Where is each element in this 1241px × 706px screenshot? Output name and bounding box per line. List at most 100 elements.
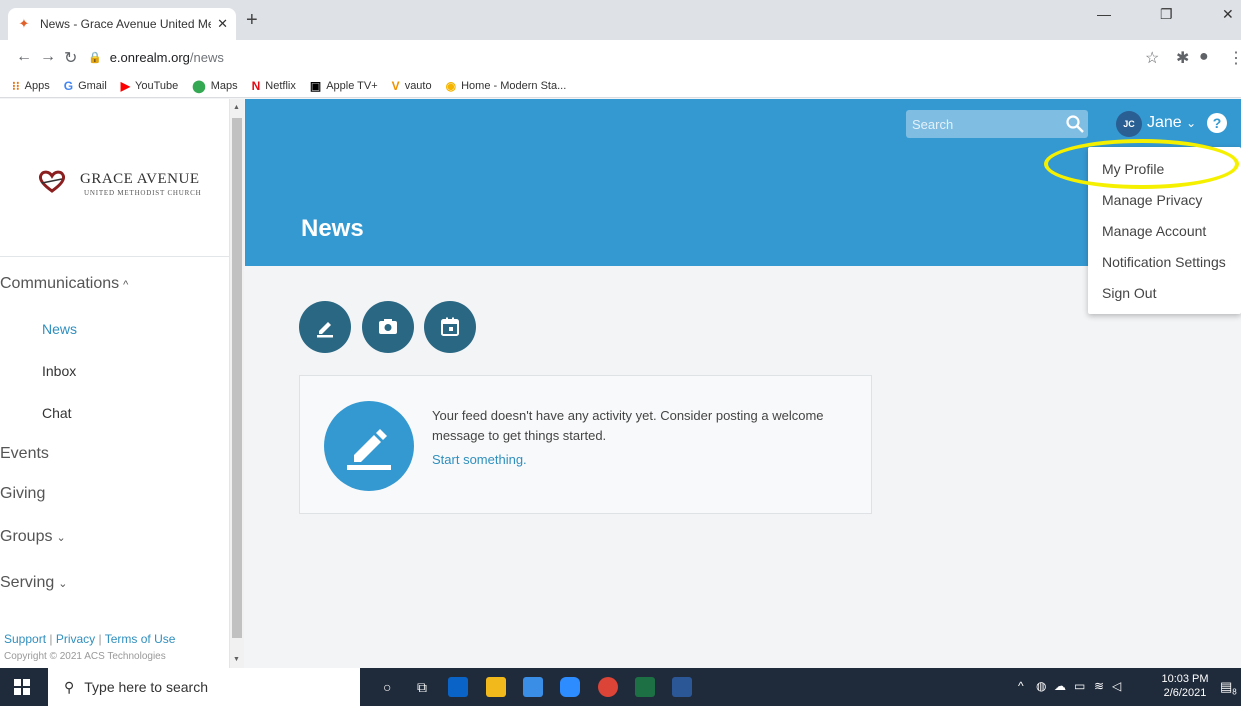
sidebar-scroll-thumb[interactable] [232, 118, 242, 638]
user-dropdown-menu: My Profile Manage Privacy Manage Account… [1088, 147, 1241, 314]
youtube-icon: ▶ [120, 78, 131, 93]
menu-notification-settings[interactable]: Notification Settings [1102, 254, 1226, 270]
scroll-up-icon[interactable]: ▲ [233, 104, 240, 111]
bookmark-maps[interactable]: ⬤ Maps [192, 79, 237, 93]
bookmark-netflix[interactable]: N Netflix [252, 79, 296, 93]
chevron-down-icon: ⌄ [58, 578, 68, 590]
cortana-icon[interactable]: ○ [383, 679, 391, 695]
menu-my-profile[interactable]: My Profile [1102, 161, 1164, 177]
windows-taskbar: ⚲ Type here to search ○ ⧉ ^ ◍ ☁ ▭ ≋ ◁ 10… [0, 668, 1241, 706]
menu-manage-account[interactable]: Manage Account [1102, 223, 1206, 239]
url-path: /news [189, 49, 224, 65]
battery-icon[interactable]: ▭ [1074, 679, 1085, 693]
pencil-icon [317, 322, 333, 338]
bookmark-home[interactable]: ◉ Home - Modern Sta... [446, 79, 567, 93]
nav-serving[interactable]: Serving ⌄ [0, 574, 230, 592]
windows-start-icon[interactable] [14, 679, 30, 695]
privacy-link[interactable]: Privacy [56, 632, 95, 646]
nav-communications[interactable]: Communications ^ [0, 275, 230, 293]
logo-subtitle: UNITED METHODIST CHURCH [84, 189, 202, 197]
bookmark-appletv[interactable]: ▣ Apple TV+ [310, 79, 378, 93]
taskbar-clock[interactable]: 10:03 PM 2/6/2021 [1157, 672, 1213, 700]
outlook-app-icon[interactable] [448, 677, 468, 697]
minimize-icon[interactable]: — [1097, 6, 1111, 22]
scroll-down-icon[interactable]: ▼ [233, 656, 240, 663]
menu-sign-out[interactable]: Sign Out [1102, 285, 1156, 301]
address-bar-row: ← → ↻ 🔒 e.onrealm.org/news ☆ ✱ ● ⋮ [0, 40, 1241, 74]
apps-grid-icon: ⁝⁝ [12, 78, 20, 93]
close-window-icon[interactable]: ✕ [1222, 6, 1234, 23]
support-link[interactable]: Support [4, 632, 46, 646]
feed-pencil-badge [324, 401, 414, 491]
new-tab-icon[interactable]: + [246, 10, 258, 30]
url-host: e.onrealm.org [109, 49, 190, 65]
user-menu-toggle[interactable]: Jane ⌄ [1147, 114, 1196, 132]
vauto-icon: V [391, 78, 400, 93]
calendar-icon [441, 317, 459, 336]
search-icon[interactable] [1065, 114, 1085, 134]
nav-groups[interactable]: Groups ⌄ [0, 528, 230, 546]
terms-link[interactable]: Terms of Use [105, 632, 176, 646]
sidebar: Grace Avenue UNITED METHODIST CHURCH Com… [0, 99, 230, 669]
chevron-down-icon: ⌄ [1186, 116, 1197, 130]
bookmark-star-icon[interactable]: ☆ [1145, 48, 1159, 68]
profile-account-icon[interactable]: ● [1199, 48, 1209, 66]
empty-feed-message: Your feed doesn't have any activity yet.… [432, 408, 824, 443]
logo-title: Grace Avenue [80, 171, 200, 187]
taskbar-search-box[interactable]: ⚲ Type here to search [48, 668, 360, 706]
browser-tab-bar: ✦ News - Grace Avenue United Me ✕ + — ❐ … [0, 0, 1241, 40]
task-view-icon[interactable]: ⧉ [417, 679, 427, 696]
nav-events[interactable]: Events [0, 445, 230, 463]
bookmark-vauto[interactable]: Vvauto [392, 79, 432, 93]
extensions-puzzle-icon[interactable]: ✱ [1176, 48, 1189, 68]
appletv-icon: ▣ [309, 78, 322, 93]
help-icon[interactable]: ? [1207, 113, 1227, 133]
tray-chevron-icon[interactable]: ^ [1018, 679, 1024, 693]
home-icon: ◉ [445, 78, 457, 93]
chrome-app-icon[interactable] [598, 677, 618, 697]
restore-icon[interactable]: ❐ [1160, 6, 1173, 23]
reload-icon[interactable]: ↻ [64, 48, 77, 68]
church-logo[interactable]: Grace Avenue UNITED METHODIST CHURCH [32, 161, 212, 201]
camera-icon [379, 319, 397, 334]
store-app-icon[interactable] [523, 677, 543, 697]
empty-feed-card: Your feed doesn't have any activity yet.… [299, 375, 872, 514]
bookmarks-bar: ⁝⁝ Apps G Gmail ▶ YouTube ⬤ Maps N Netflix ▣ A… [0, 74, 1241, 98]
write-post-button[interactable] [299, 301, 351, 353]
tab-title: News - Grace Avenue United Me [40, 17, 212, 31]
start-something-link[interactable]: Start something. [432, 452, 527, 467]
close-tab-icon[interactable]: ✕ [217, 16, 228, 32]
menu-manage-privacy[interactable]: Manage Privacy [1102, 192, 1202, 208]
excel-app-icon[interactable] [635, 677, 655, 697]
chevron-up-icon: ^ [123, 279, 129, 291]
wifi-icon[interactable]: ≋ [1094, 679, 1104, 693]
file-explorer-icon[interactable] [486, 677, 506, 697]
maps-icon: ⬤ [192, 78, 206, 93]
chrome-menu-icon[interactable]: ⋮ [1228, 48, 1241, 68]
meet-now-icon[interactable]: ◍ [1036, 679, 1046, 693]
page-title: News [301, 215, 364, 242]
copyright: Copyright © 2021 ACS Technologies [4, 651, 166, 662]
zoom-app-icon[interactable] [560, 677, 580, 697]
gmail-icon: G [63, 78, 74, 93]
browser-tab[interactable]: ✦ News - Grace Avenue United Me ✕ [8, 8, 236, 40]
bookmark-youtube[interactable]: ▶ YouTube [121, 79, 178, 93]
event-post-button[interactable] [424, 301, 476, 353]
word-app-icon[interactable] [672, 677, 692, 697]
bookmark-gmail[interactable]: G Gmail [64, 79, 107, 93]
bookmark-apps[interactable]: ⁝⁝ Apps [12, 79, 50, 93]
heart-logo-icon [38, 170, 66, 193]
sidebar-divider [0, 256, 230, 257]
onedrive-cloud-icon[interactable]: ☁ [1054, 679, 1066, 693]
photo-post-button[interactable] [362, 301, 414, 353]
forward-arrow-icon[interactable]: → [40, 48, 56, 66]
search-input[interactable] [906, 110, 1088, 138]
footer-links: Support | Privacy | Terms of Use [4, 632, 176, 646]
avatar[interactable]: JC [1116, 111, 1142, 137]
url-bar[interactable]: 🔒 e.onrealm.org/news [88, 44, 1088, 70]
volume-icon[interactable]: ◁ [1112, 679, 1121, 693]
notification-center-icon[interactable]: ▤8 [1220, 679, 1237, 697]
nav-giving[interactable]: Giving [0, 485, 230, 503]
back-arrow-icon[interactable]: ← [16, 48, 32, 66]
pencil-icon [347, 429, 391, 470]
